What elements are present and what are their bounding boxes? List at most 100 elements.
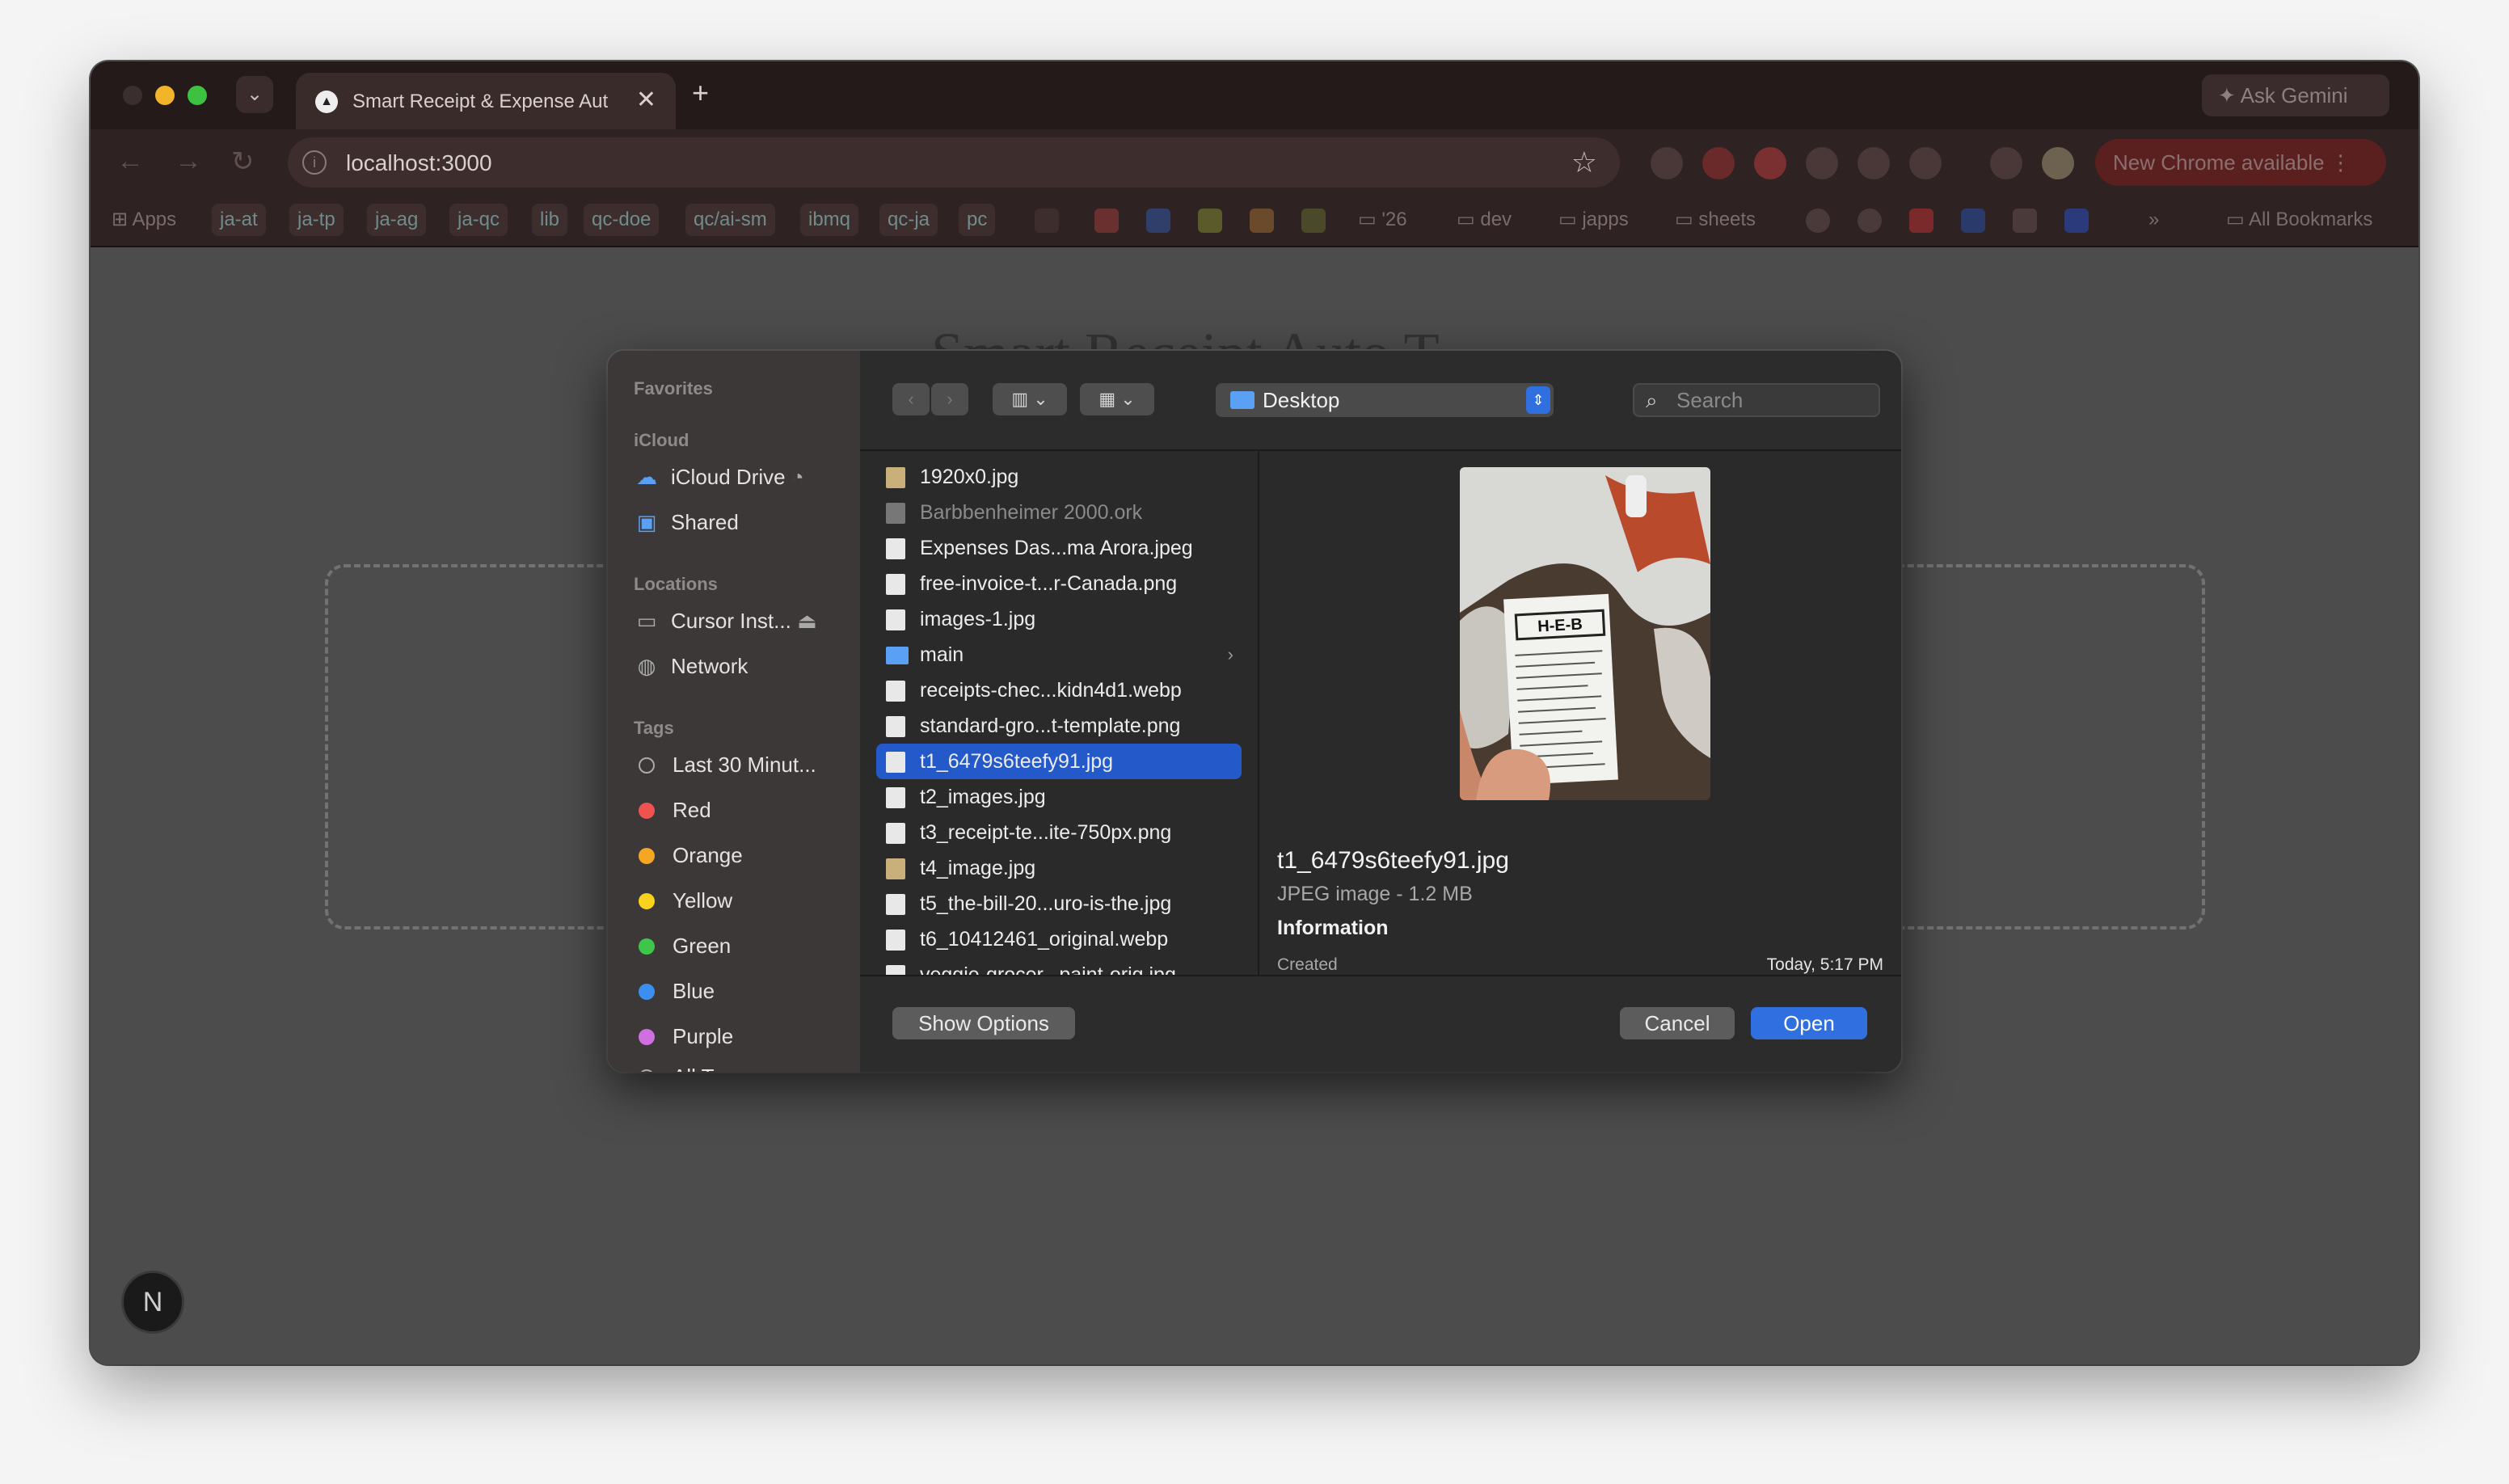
extension-pen-icon[interactable] — [1651, 147, 1683, 179]
tab-close-icon[interactable]: ✕ — [636, 86, 656, 114]
extension-dev-icon[interactable] — [1858, 147, 1890, 179]
tab-search-chevron-icon[interactable]: ⌄ — [236, 76, 273, 113]
site-info-icon[interactable]: i — [302, 150, 327, 175]
location-popup[interactable]: Desktop ⇕ — [1216, 383, 1554, 417]
open-button[interactable]: Open — [1751, 1007, 1867, 1039]
bookmark-folder-dev[interactable]: ▭ dev — [1457, 204, 1512, 236]
zoom-window-button[interactable] — [188, 86, 207, 105]
nextjs-dev-badge[interactable]: N — [121, 1271, 184, 1334]
show-options-button[interactable]: Show Options — [892, 1007, 1075, 1039]
bookmark-pc[interactable]: pc — [959, 204, 996, 236]
tag-last-30-minutes[interactable]: Last 30 Minut... — [634, 747, 852, 782]
back-chevron-icon[interactable]: ‹ — [892, 383, 930, 415]
tag-green[interactable]: Green — [634, 928, 852, 963]
bookmark-calendar-icon[interactable] — [1146, 209, 1170, 233]
bookmark-slack-icon[interactable] — [2013, 209, 2037, 233]
bookmark-box-icon[interactable] — [2064, 209, 2089, 233]
tag-red[interactable]: Red — [634, 792, 852, 828]
bookmark-folder-sheets[interactable]: ▭ sheets — [1675, 204, 1756, 236]
bookmark-github-icon[interactable] — [1806, 209, 1830, 233]
bookmark-openai-icon[interactable] — [1858, 209, 1882, 233]
bookmark-video-icon[interactable] — [1961, 209, 1985, 233]
list-item[interactable]: Expenses Das...ma Arora.jpeg — [876, 530, 1242, 566]
ask-gemini-button[interactable]: ✦ Ask Gemini — [2202, 74, 2389, 116]
list-item[interactable]: receipts-chec...kidn4d1.webp — [876, 672, 1242, 708]
tag-blue[interactable]: Blue — [634, 973, 852, 1009]
cancel-button[interactable]: Cancel — [1620, 1007, 1735, 1039]
tag-all-tags[interactable]: All Tags... — [634, 1059, 852, 1072]
close-window-button[interactable] — [123, 86, 142, 105]
bookmarks-overflow-icon[interactable]: » — [2148, 204, 2159, 236]
list-item[interactable]: images-1.jpg — [876, 601, 1242, 637]
bookmark-ms-icon[interactable] — [1250, 209, 1274, 233]
image-file-icon — [886, 823, 905, 844]
shared-folder-icon: ▣ — [636, 510, 657, 534]
url-text[interactable]: localhost:3000 — [346, 150, 492, 176]
bookmark-apps[interactable]: ⊞ Apps — [112, 204, 176, 236]
downloads-icon[interactable] — [1990, 147, 2022, 179]
bookmark-folder-26[interactable]: ▭ '26 — [1358, 204, 1407, 236]
sidebar-item-cursor[interactable]: ▭ Cursor Inst... ⏏ — [634, 603, 852, 639]
bookmark-qc-doe[interactable]: qc-doe — [584, 204, 660, 236]
bookmark-ja-tp[interactable]: ja-tp — [289, 204, 344, 236]
list-item[interactable]: main › — [876, 637, 1242, 672]
sidebar-item-network[interactable]: ◍ Network — [634, 648, 852, 684]
receipt-photo-image: H-E-B — [1460, 467, 1710, 800]
list-item-selected[interactable]: t1_6479s6teefy91.jpg — [876, 744, 1242, 779]
sidebar-item-icloud-drive[interactable]: ☁ iCloud Drive ◔ — [634, 459, 852, 495]
tag-purple[interactable]: Purple — [634, 1018, 852, 1054]
bookmarks-bar: ⊞ Apps ja-at ja-tp ja-ag ja-qc lib qc-do… — [91, 194, 2418, 247]
bookmark-ja-ag[interactable]: ja-ag — [367, 204, 427, 236]
file-name: 1920x0.jpg — [920, 466, 1019, 488]
grid-view-icon[interactable]: ▦ ⌄ — [1080, 383, 1154, 415]
bookmark-grid-icon[interactable] — [1035, 209, 1059, 233]
list-item[interactable]: t5_the-bill-20...uro-is-the.jpg — [876, 886, 1242, 921]
bookmark-qc-ja[interactable]: qc-ja — [879, 204, 938, 236]
sidebar-item-shared[interactable]: ▣ Shared — [634, 504, 852, 540]
forward-arrow-icon[interactable]: → — [175, 145, 202, 177]
list-item[interactable]: t3_receipt-te...ite-750px.png — [876, 815, 1242, 850]
all-bookmarks-folder[interactable]: ▭ All Bookmarks — [2226, 204, 2372, 236]
sync-progress-icon: ◔ — [791, 465, 804, 489]
bookmark-qc-ai-sm[interactable]: qc/ai-sm — [685, 204, 775, 236]
all-bookmarks-label: All Bookmarks — [2249, 209, 2373, 230]
extension-u-icon[interactable] — [1754, 147, 1786, 179]
active-tab[interactable]: ▲ Smart Receipt & Expense Aut ✕ — [296, 73, 676, 129]
eject-icon[interactable]: ⏏ — [797, 609, 817, 633]
bookmark-plant-icon[interactable] — [1301, 209, 1326, 233]
bookmark-ibmq[interactable]: ibmq — [800, 204, 859, 236]
profile-avatar[interactable] — [2042, 147, 2074, 179]
list-item[interactable]: veggie-grocer...paint-orig.jpg — [876, 957, 1242, 975]
tag-orange[interactable]: Orange — [634, 837, 852, 873]
extensions-puzzle-icon[interactable] — [1909, 147, 1942, 179]
forward-chevron-icon[interactable]: › — [931, 383, 968, 415]
bookmark-drive-icon[interactable] — [1198, 209, 1222, 233]
bookmark-ja-at[interactable]: ja-at — [212, 204, 266, 236]
reload-icon[interactable]: ↻ — [231, 145, 255, 178]
list-item[interactable]: standard-gro...t-template.png — [876, 708, 1242, 744]
list-item[interactable]: 1920x0.jpg — [876, 459, 1242, 495]
minimize-window-button[interactable] — [155, 86, 175, 105]
search-input[interactable] — [1676, 388, 1870, 412]
tag-yellow[interactable]: Yellow — [634, 883, 852, 918]
bookmark-folder-japps[interactable]: ▭ japps — [1558, 204, 1629, 236]
back-arrow-icon[interactable]: ← — [116, 145, 144, 177]
extension-mic-icon[interactable] — [1806, 147, 1838, 179]
list-item[interactable]: free-invoice-t...r-Canada.png — [876, 566, 1242, 601]
extension-record-icon[interactable] — [1702, 147, 1735, 179]
new-tab-button[interactable]: + — [692, 76, 709, 110]
list-item[interactable]: t4_image.jpg — [876, 850, 1242, 886]
search-box[interactable]: ⌕ — [1633, 383, 1880, 417]
tag-blue-dot-icon — [639, 984, 655, 1000]
list-item[interactable]: t2_images.jpg — [876, 779, 1242, 815]
address-bar[interactable]: i localhost:3000 ☆ — [288, 137, 1620, 188]
list-item[interactable]: Barbbenheimer 2000.ork — [876, 495, 1242, 530]
bookmark-star-icon[interactable]: ☆ — [1571, 145, 1597, 179]
bookmark-gmail-icon[interactable] — [1094, 209, 1119, 233]
bookmark-ja-qc[interactable]: ja-qc — [449, 204, 508, 236]
bookmark-youtube-icon[interactable] — [1909, 209, 1933, 233]
list-item[interactable]: t6_10412461_original.webp — [876, 921, 1242, 957]
column-view-icon[interactable]: ▥ ⌄ — [993, 383, 1067, 415]
bookmark-lib[interactable]: lib — [532, 204, 568, 236]
new-chrome-available-button[interactable]: New Chrome available ⋮ — [2095, 139, 2386, 186]
